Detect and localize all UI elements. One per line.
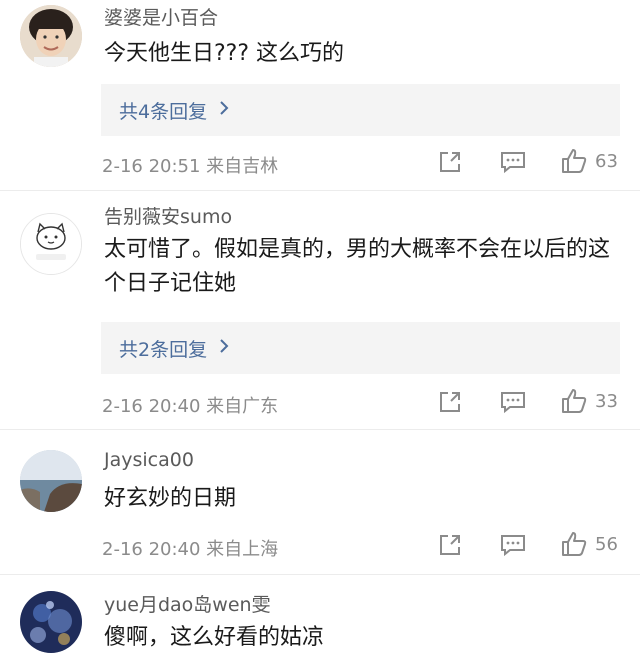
- like-count: 56: [595, 533, 618, 555]
- comment-item: 婆婆是小百合 今天他生日??? 这么巧的 共4条回复 2-16 20:51 来自…: [0, 0, 640, 191]
- share-button[interactable]: [438, 533, 462, 557]
- thumbs-up-icon: [562, 389, 587, 413]
- like-count: 63: [595, 150, 618, 172]
- username[interactable]: 婆婆是小百合: [104, 3, 218, 30]
- comment-icon: [501, 152, 525, 174]
- chevron-right-icon: [219, 100, 229, 121]
- timestamp-location: 2-16 20:40 来自广东: [102, 396, 279, 417]
- comment-button[interactable]: [500, 533, 526, 557]
- comment-text: 今天他生日??? 这么巧的: [104, 41, 345, 66]
- comment-text: 傻啊，这么好看的姑凉: [104, 625, 325, 650]
- comment-text: 好玄妙的日期: [104, 486, 237, 511]
- like-button[interactable]: 56: [561, 531, 618, 557]
- share-icon: [440, 392, 460, 412]
- timestamp-location: 2-16 20:51 来自吉林: [102, 156, 279, 177]
- thumbs-up-icon: [562, 532, 587, 556]
- avatar[interactable]: [20, 5, 82, 67]
- comment-text: 太可惜了。假如是真的，男的大概率不会在以后的这个日子记住她: [104, 237, 611, 296]
- share-icon: [440, 535, 460, 555]
- avatar[interactable]: [20, 591, 82, 653]
- replies-link[interactable]: 共4条回复: [101, 84, 620, 136]
- comment-item: Jaysica00 好玄妙的日期 2-16 20:40 来自上海 56: [0, 430, 640, 575]
- thumbs-up-icon: [562, 149, 587, 173]
- replies-label: 共4条回复: [119, 100, 208, 123]
- timestamp-location: 2-16 20:40 来自上海: [102, 539, 279, 560]
- username[interactable]: Jaysica00: [104, 449, 194, 471]
- share-button[interactable]: [438, 390, 462, 414]
- username[interactable]: yue月dao岛wen雯: [104, 590, 271, 617]
- comment-icon: [501, 535, 525, 557]
- comment-button[interactable]: [500, 390, 526, 414]
- comment-button[interactable]: [500, 150, 526, 174]
- comment-item: yue月dao岛wen雯 傻啊，这么好看的姑凉: [0, 575, 640, 665]
- replies-label: 共2条回复: [119, 338, 208, 361]
- avatar[interactable]: [20, 450, 82, 512]
- like-count: 33: [595, 390, 618, 412]
- comment-item: 告别薇安sumo 太可惜了。假如是真的，男的大概率不会在以后的这个日子记住她 共…: [0, 191, 640, 430]
- like-button[interactable]: 63: [561, 148, 618, 174]
- username[interactable]: 告别薇安sumo: [104, 202, 232, 229]
- chevron-right-icon: [219, 338, 229, 359]
- share-button[interactable]: [438, 150, 462, 174]
- comment-icon: [501, 392, 525, 414]
- replies-link[interactable]: 共2条回复: [101, 322, 620, 374]
- avatar[interactable]: [20, 213, 82, 275]
- share-icon: [440, 152, 460, 172]
- like-button[interactable]: 33: [561, 388, 618, 414]
